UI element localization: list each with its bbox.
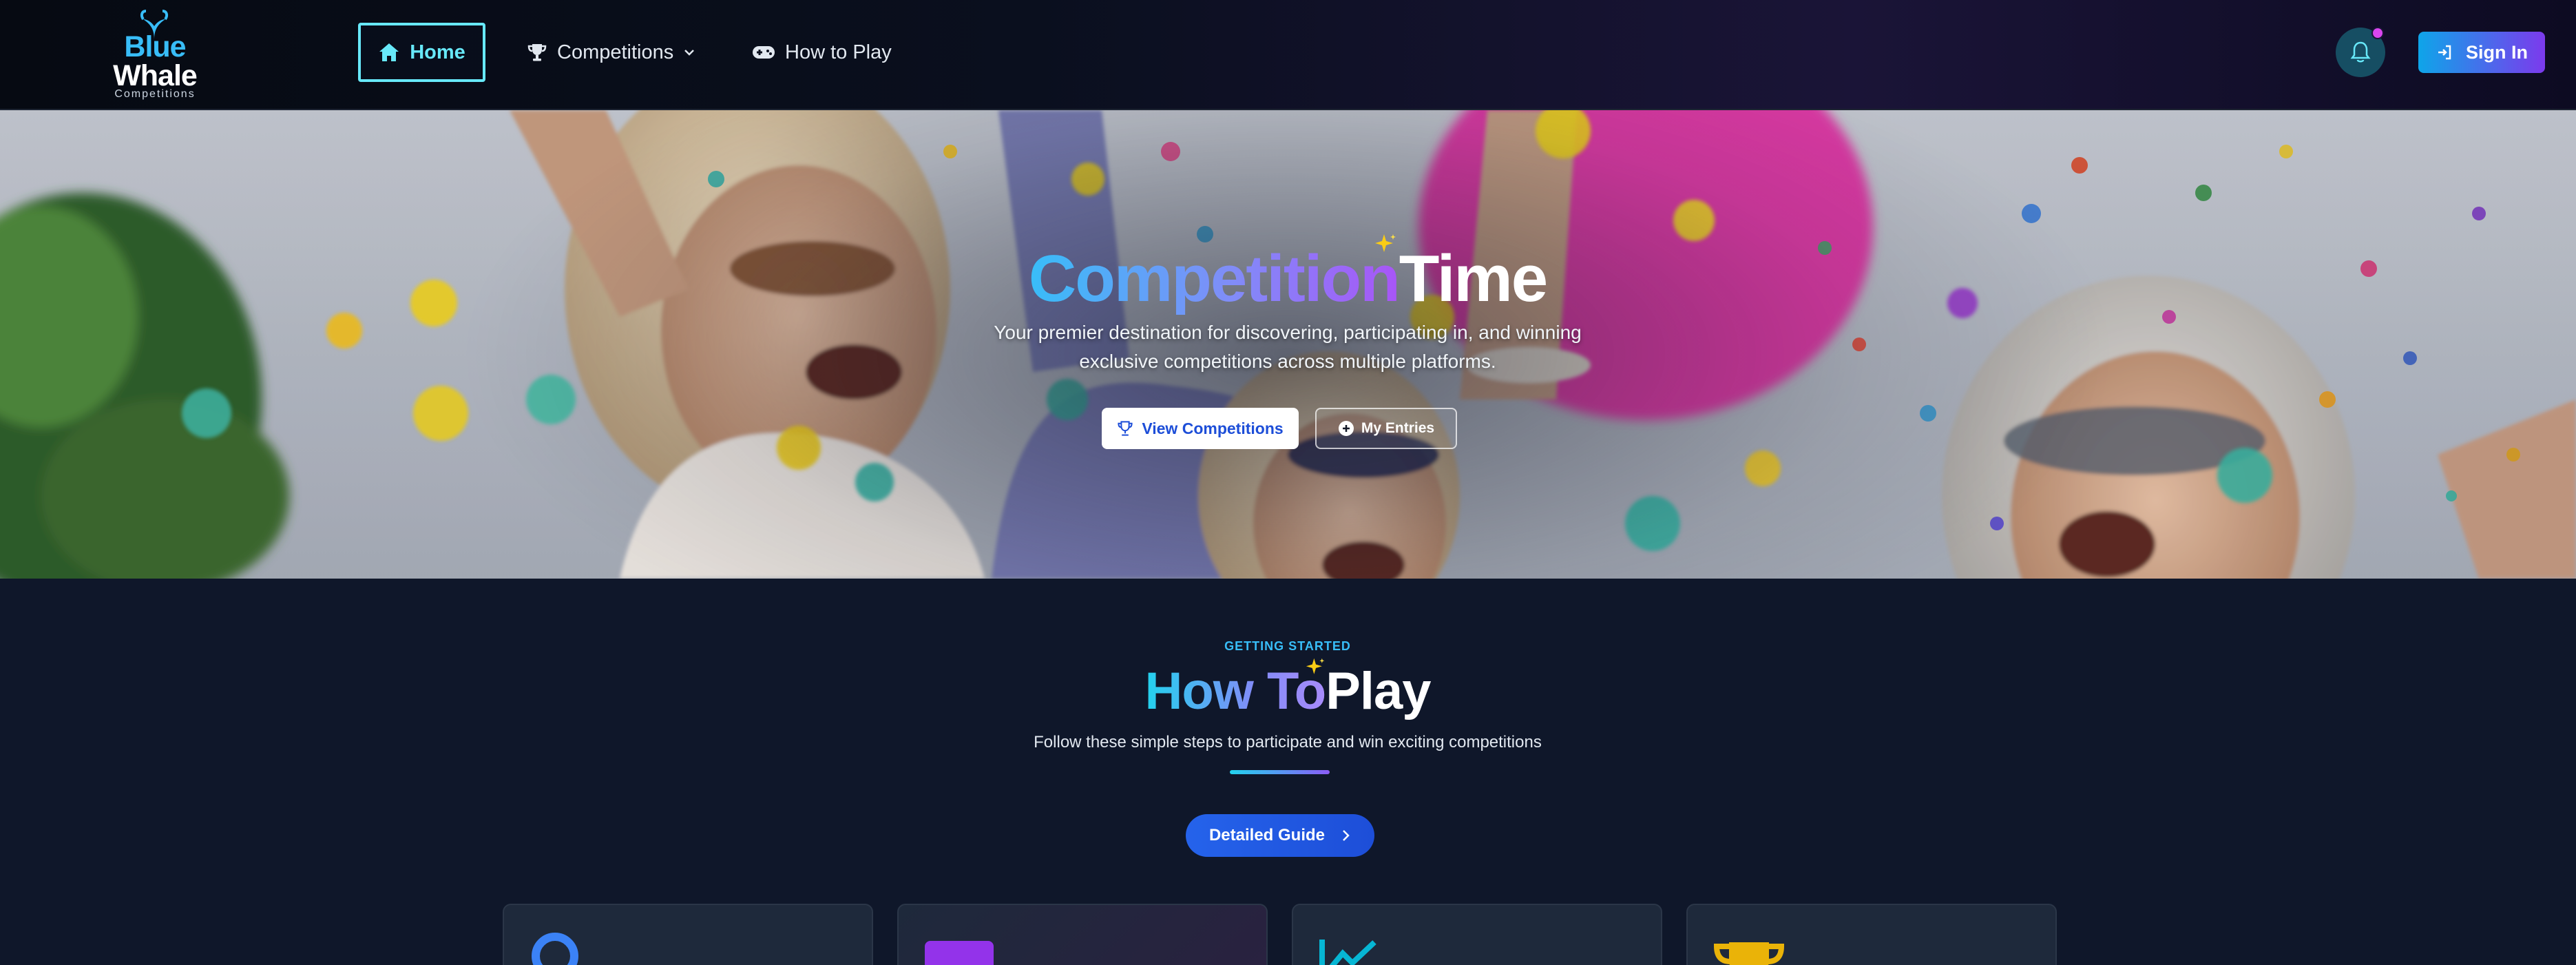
nav-how-to-play-link[interactable]: How to Play [752, 28, 892, 77]
site-logo[interactable]: Blue Whale Competitions [103, 10, 213, 100]
logo-text-competitions: Competitions [114, 88, 196, 100]
section-title-part2: Play [1326, 662, 1431, 720]
top-navbar: Blue Whale Competitions Home Competition… [0, 0, 2576, 110]
hero-banner: CompetitionTime Your premier destination… [0, 110, 2576, 579]
step-card-3[interactable] [1292, 904, 1662, 965]
chevron-down-icon [684, 50, 695, 56]
trophy-icon [527, 44, 547, 61]
nav-how-to-play-label: How to Play [785, 41, 892, 63]
how-to-play-section: GETTING STARTED How ToPlay Follow these … [0, 579, 2576, 965]
hero-title: CompetitionTime [895, 241, 1680, 317]
home-icon [379, 43, 399, 61]
trophy-icon [1713, 942, 1785, 965]
sign-in-label: Sign In [2466, 41, 2528, 63]
hero-subtitle: Your premier destination for discovering… [943, 318, 1632, 376]
sign-in-icon [2438, 45, 2451, 60]
my-entries-button[interactable]: My Entries [1315, 408, 1457, 449]
hero-title-part1: Competition [1028, 242, 1401, 315]
my-entries-label: My Entries [1361, 420, 1435, 436]
nav-competitions-dropdown[interactable]: Competitions [527, 28, 695, 77]
step-card-2[interactable] [897, 904, 1268, 965]
notification-badge [2371, 27, 2384, 39]
detailed-guide-label: Detailed Guide [1208, 826, 1326, 844]
nav-home-link[interactable]: Home [358, 23, 485, 82]
view-competitions-label: View Competitions [1142, 419, 1284, 437]
section-title-part1: How To [1144, 662, 1326, 720]
hero-subtitle-line1: Your premier destination for discovering… [994, 322, 1582, 343]
bell-icon [2350, 41, 2371, 63]
step-card-1[interactable] [503, 904, 873, 965]
section-title: How ToPlay [1012, 661, 1563, 721]
view-competitions-button[interactable]: View Competitions [1102, 408, 1299, 449]
hero-subtitle-line2: exclusive competitions across multiple p… [1079, 351, 1496, 372]
sign-in-button[interactable]: Sign In [2418, 32, 2545, 73]
plus-circle-icon [1338, 421, 1354, 436]
user-icon [532, 933, 578, 965]
ticket-icon [925, 941, 994, 965]
chevron-right-icon [1343, 830, 1350, 841]
chart-line-icon [1319, 940, 1376, 965]
section-eyebrow: GETTING STARTED [1224, 639, 1351, 653]
hero-title-part2: Time [1399, 242, 1548, 315]
nav-competitions-label: Competitions [557, 41, 674, 63]
section-divider [1230, 770, 1330, 774]
nav-home-label: Home [410, 41, 465, 63]
gamepad-icon [753, 46, 775, 59]
sparkle-icon [1306, 658, 1325, 674]
detailed-guide-button[interactable]: Detailed Guide [1186, 814, 1374, 857]
step-card-4[interactable] [1686, 904, 2057, 965]
trophy-icon [1118, 421, 1133, 436]
section-subtitle: Follow these simple steps to participate… [1034, 733, 1542, 751]
sparkle-icon [1375, 234, 1396, 252]
